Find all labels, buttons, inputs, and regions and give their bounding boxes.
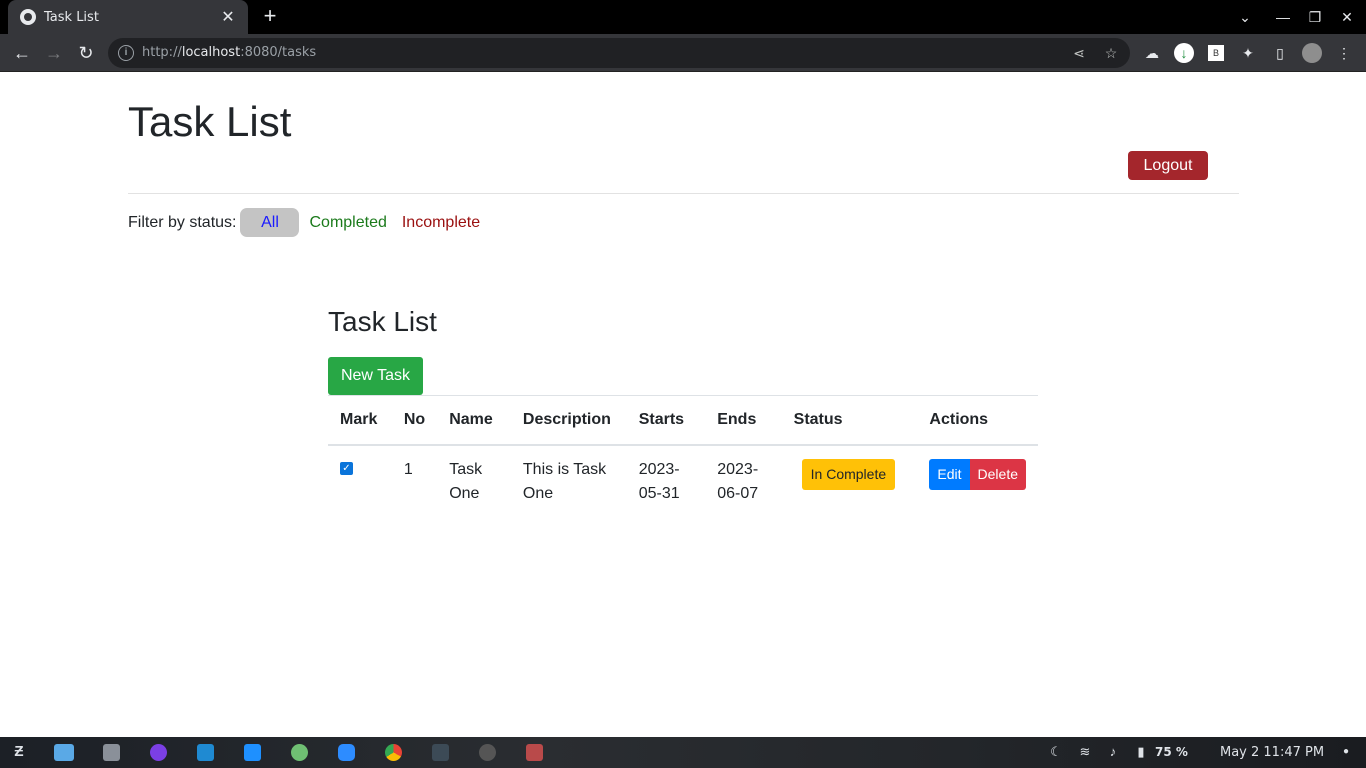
edit-button[interactable]: Edit [929,458,970,490]
column-header-no: No [391,395,438,446]
page-title: Task List [128,98,292,145]
battery-icon[interactable]: ▮ [1133,744,1149,760]
back-arrow-icon[interactable]: ← [9,40,35,66]
column-header-mark: Mark [328,395,392,446]
table-header-row: Mark No Name Description Starts Ends Sta… [328,395,1038,446]
vscode-icon[interactable] [197,744,214,761]
new-tab-button[interactable]: + [258,4,282,28]
filter-label: Filter by status: [128,213,237,231]
status-cell: In Complete [782,445,918,514]
column-header-actions: Actions [917,395,1038,446]
b-extension-icon[interactable]: B [1208,45,1224,61]
mark-cell: ✓ [328,445,392,514]
forward-arrow-icon[interactable]: → [41,40,67,66]
task-list-heading: Task List [328,306,437,337]
maximize-button[interactable]: ❐ [1299,0,1331,34]
column-header-starts: Starts [626,395,706,446]
kebab-menu-icon[interactable]: ⋮ [1334,43,1354,63]
github-desktop-icon[interactable] [150,744,167,761]
table-row: ✓ 1 Task One This is Task One 2023-05-31… [328,445,1038,514]
settings-app-icon[interactable] [526,744,543,761]
page-content: Task List Logout Filter by status: All C… [0,73,1366,737]
mark-checkbox[interactable]: ✓ [340,461,353,475]
delete-button[interactable]: Delete [969,458,1026,490]
status-badge[interactable]: In Complete [801,458,896,490]
extension-cloud-icon[interactable]: ☁ [1142,43,1162,63]
column-header-ends: Ends [705,395,782,446]
share-icon[interactable]: ⋖ [1070,44,1088,62]
tasks-table: Mark No Name Description Starts Ends Sta… [328,395,1038,514]
screenshot-app-icon[interactable] [244,744,261,761]
bookmark-star-icon[interactable]: ☆ [1102,44,1120,62]
task-description: This is Task One [522,460,607,502]
chrome-icon[interactable] [385,744,402,761]
browser-tab-strip: Task List ✕ + ⌄ — ❐ ✕ [0,0,1366,34]
browser-toolbar: ← → ↻ i http://localhost:8080/tasks ⋖ ☆ … [0,34,1366,72]
wifi-icon[interactable]: ≋ [1077,744,1093,760]
new-task-button[interactable]: New Task [328,357,423,395]
header-divider [128,193,1239,194]
os-taskbar: Ƶ ☾ ≋ ♪ ▮ 75 % May 2 11:47 PM ● [0,737,1366,768]
browser-tab[interactable]: Task List ✕ [8,0,248,34]
column-header-status: Status [781,395,918,446]
terminal-icon[interactable] [432,744,449,761]
zoom-icon[interactable] [338,744,355,761]
close-window-button[interactable]: ✕ [1331,0,1363,34]
side-panel-icon[interactable]: ▯ [1270,43,1290,63]
filter-completed-button[interactable]: Completed [299,208,396,237]
battery-percentage: 75 % [1155,745,1188,759]
tab-close-icon[interactable]: ✕ [218,7,238,27]
tab-title: Task List [44,9,99,25]
site-info-icon[interactable]: i [118,45,134,61]
task-no: 1 [403,460,413,478]
clock[interactable]: May 2 11:47 PM [1220,737,1324,768]
task-starts: 2023-05-31 [638,460,680,502]
workspaces-icon[interactable] [54,744,74,761]
filter-incomplete-button[interactable]: Incomplete [397,208,490,237]
column-header-name: Name [437,395,511,446]
media-player-icon[interactable] [291,744,308,761]
task-name: Task One [449,460,483,502]
logout-button[interactable]: Logout [1128,151,1208,180]
task-ends: 2023-06-07 [717,460,759,502]
notification-dot-icon[interactable]: ● [1338,744,1354,760]
status-filter: Filter by status: All Completed Incomple… [128,208,490,237]
url-text: http://localhost:8080/tasks [142,45,317,60]
git-client-icon[interactable] [479,744,496,761]
app-menu-icon[interactable]: Ƶ [11,744,27,760]
profile-avatar-icon[interactable] [1302,43,1322,63]
reload-icon[interactable]: ↻ [73,40,99,66]
night-mode-icon[interactable]: ☾ [1048,744,1064,760]
actions-cell: Edit Delete [917,445,1038,514]
minimize-button[interactable]: — [1267,0,1299,34]
tab-search-icon[interactable]: ⌄ [1229,0,1261,34]
filter-all-button[interactable]: All [240,208,300,237]
download-extension-icon[interactable]: ↓ [1174,43,1194,63]
puzzle-extensions-icon[interactable]: ✦ [1238,43,1258,63]
volume-icon[interactable]: ♪ [1105,744,1121,760]
row-actions: Edit Delete [929,458,1026,490]
address-bar[interactable]: i http://localhost:8080/tasks ⋖ ☆ [108,38,1130,68]
column-header-description: Description [510,395,627,446]
file-manager-icon[interactable] [103,744,120,761]
globe-icon [20,9,36,25]
